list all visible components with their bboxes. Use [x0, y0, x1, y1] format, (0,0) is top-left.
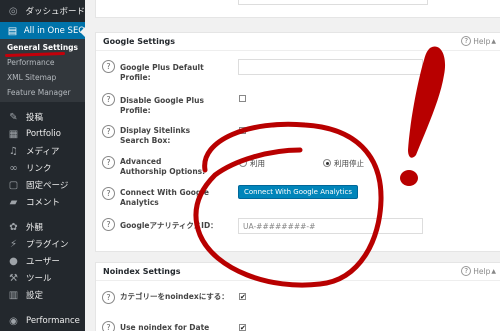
submenu-general-settings[interactable]: General Settings — [7, 43, 78, 52]
question-icon: ? — [461, 36, 472, 46]
connect-google-analytics-button[interactable]: Connect With Google Analytics — [238, 185, 358, 199]
submenu-performance[interactable]: Performance — [7, 58, 55, 67]
seo-submenu: General Settings Performance XML Sitemap… — [0, 39, 85, 102]
sidebar-item-label: ユーザー — [26, 257, 60, 267]
sidebar-item-tools[interactable]: ⚒ ツール — [0, 269, 85, 287]
google-settings-title: Google Settings — [103, 37, 175, 46]
sidebar-item-settings[interactable]: ▥ 設定 — [0, 286, 85, 304]
sidebar-item-portfolio[interactable]: ▦ Portfolio — [0, 125, 85, 143]
question-icon[interactable]: ? — [102, 321, 115, 331]
panel-title: Google Settings ? Help ▲ — [96, 33, 500, 51]
sidebar-item-label: Performance — [26, 316, 80, 326]
date-noindex-label: Use noindex for Date — [120, 323, 210, 331]
google-plus-profile-label: Google Plus Default Profile: — [120, 63, 204, 82]
sidebar-item-label: 外観 — [26, 223, 44, 233]
sidebar-item-performance[interactable]: ◉ Performance — [0, 312, 85, 330]
portfolio-icon: ▦ — [8, 128, 19, 140]
tools-icon: ⚒ — [9, 272, 18, 284]
submenu-xml-sitemap[interactable]: XML Sitemap — [7, 73, 56, 82]
sidebar-item-label: 設定 — [26, 291, 44, 301]
help-link[interactable]: ? Help ▲ — [461, 36, 496, 46]
sitelinks-search-checkbox[interactable] — [239, 127, 246, 134]
question-icon: ? — [461, 266, 472, 276]
help-link[interactable]: ? Help ▲ — [461, 266, 496, 276]
question-icon[interactable]: ? — [102, 60, 115, 73]
question-icon[interactable]: ? — [102, 218, 115, 231]
sidebar-item-pages[interactable]: ▢ 固定ページ — [0, 176, 85, 194]
performance-icon: ◉ — [9, 315, 18, 327]
settings-icon: ▥ — [8, 289, 19, 301]
question-icon[interactable]: ? — [102, 93, 115, 106]
sidebar-item-dashboard[interactable]: ◎ ダッシュボード — [0, 2, 85, 20]
sidebar-item-plugins[interactable]: ⚡ プラグイン — [0, 235, 85, 253]
media-icon: ♫ — [9, 145, 18, 157]
category-noindex-checkbox[interactable]: ✔ — [239, 293, 246, 301]
sidebar-item-label: プラグイン — [26, 240, 69, 250]
plugins-icon: ⚡ — [9, 238, 18, 250]
screen: ◎ ダッシュボード ▤ All in One SEO General Setti… — [0, 0, 500, 331]
pages-icon: ▢ — [8, 179, 19, 191]
seo-icon: ▤ — [7, 25, 18, 37]
sidebar-item-label: Portfolio — [26, 129, 61, 139]
sidebar-item-label: All in One SEO — [23, 26, 85, 36]
connect-analytics-label: Connect With Google Analytics — [120, 188, 209, 207]
sidebar-item-links[interactable]: ∞ リンク — [0, 159, 85, 177]
sidebar-item-appearance[interactable]: ✿ 外観 — [0, 218, 85, 236]
submenu-feature-manager[interactable]: Feature Manager — [7, 88, 71, 97]
sidebar-item-users[interactable]: ● ユーザー — [0, 252, 85, 270]
authorship-use-radio[interactable] — [239, 159, 247, 167]
sidebar-item-all-in-one-seo[interactable]: ▤ All in One SEO — [0, 22, 85, 40]
sidebar-item-media[interactable]: ♫ メディア — [0, 142, 85, 160]
comments-icon: ▰ — [9, 196, 18, 208]
pin-icon: ✎ — [9, 111, 18, 123]
sidebar-item-label: メディア — [26, 147, 60, 157]
main-content: Google Settings ? Help ▲ ? Google Plus D… — [85, 0, 500, 331]
appearance-icon: ✿ — [9, 221, 18, 233]
sidebar-item-label: 投稿 — [26, 113, 44, 123]
dashboard-icon: ◎ — [8, 5, 18, 17]
authorship-stop-label: 利用停止 — [334, 159, 364, 168]
noindex-settings-title: Noindex Settings — [103, 267, 181, 276]
question-icon[interactable]: ? — [102, 187, 115, 200]
sidebar-item-label: ツール — [26, 274, 52, 284]
panel-title: Noindex Settings ? Help ▲ — [96, 263, 500, 281]
category-noindex-label: カテゴリーをnoindexにする： — [120, 292, 229, 301]
sidebar-item-label: ダッシュボード — [25, 7, 85, 17]
analytics-id-label: GoogleアナリティクスID： — [120, 221, 218, 230]
question-icon[interactable]: ? — [102, 291, 115, 304]
google-settings-panel: Google Settings ? Help ▲ ? Google Plus D… — [95, 32, 500, 252]
advanced-authorship-label: Advanced Authorship Options: — [120, 157, 206, 176]
sidebar-item-label: リンク — [26, 164, 52, 174]
caret-up-icon: ▲ — [491, 37, 496, 45]
users-icon: ● — [9, 255, 18, 267]
caret-up-icon: ▲ — [491, 267, 496, 275]
google-plus-profile-input[interactable] — [238, 59, 423, 75]
sitelinks-search-label: Display Sitelinks Search Box: — [120, 126, 191, 145]
date-noindex-checkbox[interactable]: ✔ — [239, 324, 246, 331]
noindex-settings-panel: Noindex Settings ? Help ▲ ? カテゴリーをnoinde… — [95, 262, 500, 331]
help-label: Help — [473, 36, 491, 46]
sidebar-item-comments[interactable]: ▰ コメント — [0, 193, 85, 211]
disable-google-plus-label: Disable Google Plus Profile: — [120, 96, 204, 115]
sidebar-item-label: 固定ページ — [26, 181, 69, 191]
authorship-use-label: 利用 — [250, 159, 265, 168]
sidebar-item-label: コメント — [26, 198, 61, 208]
disable-google-plus-checkbox[interactable] — [239, 95, 246, 102]
help-label: Help — [473, 266, 491, 276]
previous-settings-panel — [95, 0, 500, 18]
question-icon[interactable]: ? — [102, 156, 115, 169]
authorship-stop-radio[interactable] — [323, 159, 331, 167]
question-icon[interactable]: ? — [102, 125, 115, 138]
sidebar-item-posts[interactable]: ✎ 投稿 — [0, 108, 85, 126]
admin-sidebar: ◎ ダッシュボード ▤ All in One SEO General Setti… — [0, 0, 85, 331]
analytics-id-input[interactable]: UA-########-# — [238, 218, 423, 234]
link-icon: ∞ — [9, 162, 18, 174]
previous-field[interactable] — [238, 0, 428, 5]
